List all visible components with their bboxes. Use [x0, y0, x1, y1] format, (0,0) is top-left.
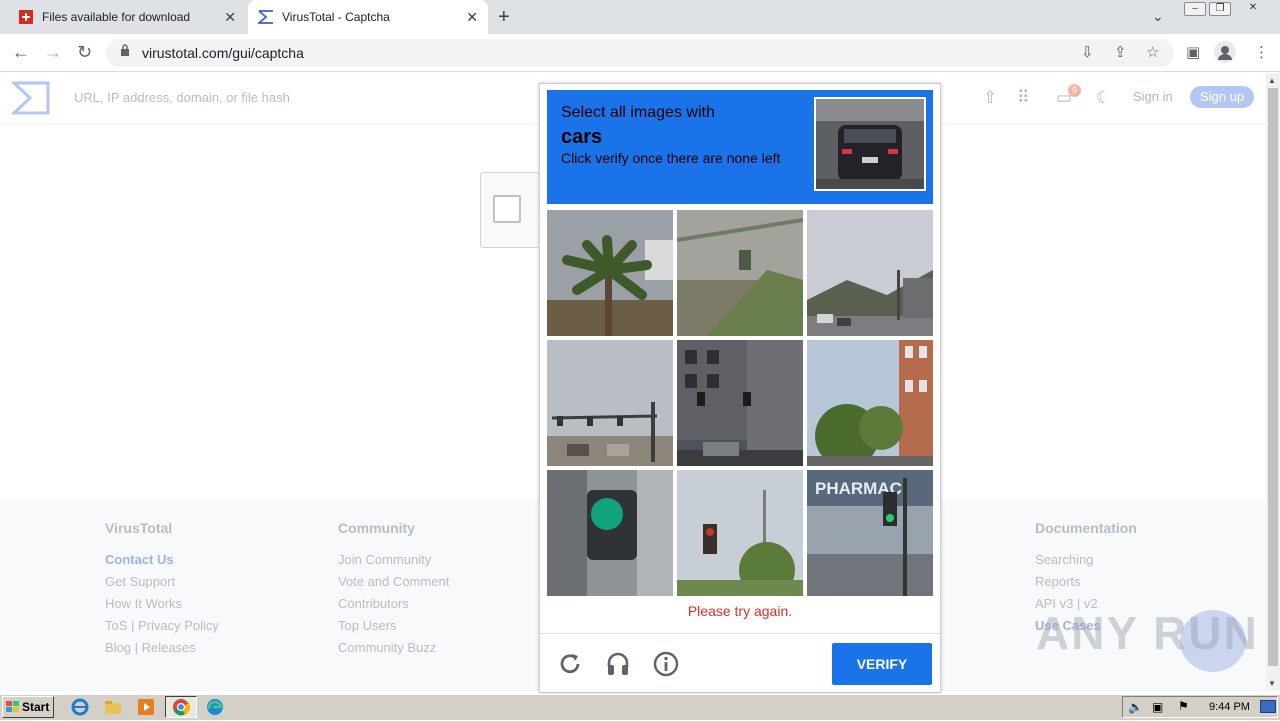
audio-challenge-icon[interactable]: [604, 650, 632, 678]
error-message: Please try again.: [687, 603, 793, 619]
footer-link[interactable]: Vote and Comment: [338, 574, 449, 589]
lock-icon[interactable]: [120, 44, 130, 59]
watermark-text: ANY RUN: [1036, 607, 1259, 659]
captcha-tile[interactable]: [677, 470, 803, 596]
captcha-tile[interactable]: [677, 340, 803, 466]
captcha-tile[interactable]: [807, 210, 933, 336]
share-icon[interactable]: ⇪: [1114, 43, 1127, 61]
edge-icon[interactable]: [206, 698, 224, 716]
scroll-up-icon[interactable]: ▲: [1268, 76, 1276, 85]
back-icon[interactable]: ←: [12, 42, 30, 63]
challenge-keyword: cars: [561, 126, 603, 148]
close-tab-icon[interactable]: ✕: [466, 9, 478, 26]
explorer-folder-icon[interactable]: [104, 698, 122, 716]
notification-badge: 9: [1068, 84, 1081, 97]
footer-link[interactable]: Community Buzz: [338, 640, 436, 655]
footer-heading: Documentation: [1035, 520, 1137, 536]
sign-in-link[interactable]: Sign in: [1133, 89, 1173, 104]
footer-heading: Community: [338, 520, 415, 536]
media-player-icon[interactable]: [137, 698, 155, 716]
scroll-down-icon[interactable]: ▼: [1268, 679, 1276, 688]
footer-link[interactable]: How It Works: [105, 596, 182, 611]
recaptcha-checkbox[interactable]: [493, 195, 521, 223]
network-icon[interactable]: ▣: [1152, 700, 1163, 714]
start-button[interactable]: Start: [2, 696, 54, 718]
more-menu-icon[interactable]: ⋮: [1254, 43, 1269, 61]
captcha-tile[interactable]: [547, 340, 673, 466]
footer-link[interactable]: Get Support: [105, 574, 175, 589]
profile-avatar-icon[interactable]: [1214, 41, 1236, 63]
tab-title: VirusTotal - Captcha: [282, 10, 390, 24]
reload-icon[interactable]: ↻: [77, 42, 92, 63]
tab-title: Files available for download: [42, 10, 191, 24]
dark-mode-icon[interactable]: ☾: [1096, 88, 1111, 108]
sign-up-button[interactable]: Sign up: [1190, 86, 1254, 108]
footer-link-contact[interactable]: Contact Us: [105, 552, 174, 567]
restore-icon[interactable]: ❐: [1209, 2, 1231, 16]
reload-challenge-icon[interactable]: [556, 650, 584, 678]
challenge-subtext: Click verify once there are none left: [561, 150, 781, 166]
sample-car-image: [814, 97, 926, 191]
footer-link[interactable]: Reports: [1035, 574, 1081, 589]
footer-link[interactable]: Contributors: [338, 596, 409, 611]
info-icon[interactable]: [652, 650, 680, 678]
action-center-flag-icon[interactable]: ⚑: [1178, 699, 1189, 713]
side-panel-icon[interactable]: ▣: [1186, 43, 1200, 61]
close-window-icon[interactable]: ✕: [1242, 2, 1264, 16]
volume-icon[interactable]: 🔈: [1128, 700, 1143, 714]
footer-link[interactable]: ToS | Privacy Policy: [105, 618, 219, 633]
tab-files-download[interactable]: Files available for download ✕: [8, 0, 246, 34]
forward-icon[interactable]: →: [44, 42, 62, 63]
chrome-icon[interactable]: [172, 698, 191, 716]
close-tab-icon[interactable]: ✕: [224, 9, 236, 26]
apps-grid-icon[interactable]: ⠿: [1017, 88, 1029, 108]
footer-link[interactable]: Blog | Releases: [105, 640, 196, 655]
minimize-icon[interactable]: –: [1184, 2, 1206, 16]
vt-search-input[interactable]: URL, IP address, domain, or file hash: [74, 90, 290, 105]
url-text[interactable]: virustotal.com/gui/captcha: [142, 45, 304, 61]
new-tab-icon[interactable]: +: [498, 6, 510, 29]
clock: 9:44 PM: [1209, 701, 1250, 713]
captcha-tile[interactable]: [677, 210, 803, 336]
windows-logo-icon: [6, 701, 19, 712]
install-app-icon[interactable]: ⇩: [1081, 43, 1094, 61]
challenge-instruction: Select all images with: [561, 104, 715, 121]
footer-link[interactable]: Top Users: [338, 618, 397, 633]
tab-virustotal-captcha[interactable]: VirusTotal - Captcha ✕: [248, 0, 488, 34]
swiss-flag-icon: [18, 9, 34, 25]
scroll-thumb[interactable]: [1268, 88, 1278, 666]
bookmark-star-icon[interactable]: ☆: [1146, 43, 1159, 61]
virustotal-favicon-icon: [258, 9, 274, 25]
system-tray: [1122, 696, 1278, 718]
virustotal-logo-icon[interactable]: [10, 81, 50, 115]
show-desktop-icon[interactable]: [1260, 700, 1276, 713]
tab-search-chevron-icon[interactable]: ⌄: [1152, 8, 1164, 25]
footer-link[interactable]: Searching: [1035, 552, 1094, 567]
upload-icon[interactable]: ⇧: [983, 88, 997, 108]
challenge-divider: [540, 633, 940, 634]
footer-link[interactable]: Join Community: [338, 552, 431, 567]
verify-button[interactable]: VERIFY: [832, 643, 932, 685]
captcha-tile[interactable]: [547, 470, 673, 596]
captcha-tile[interactable]: [807, 340, 933, 466]
start-label: Start: [22, 700, 50, 714]
footer-heading: VirusTotal: [105, 520, 173, 536]
ie-icon[interactable]: [71, 698, 89, 716]
captcha-tile[interactable]: [547, 210, 673, 336]
captcha-tile[interactable]: PHARMAC: [807, 470, 933, 596]
